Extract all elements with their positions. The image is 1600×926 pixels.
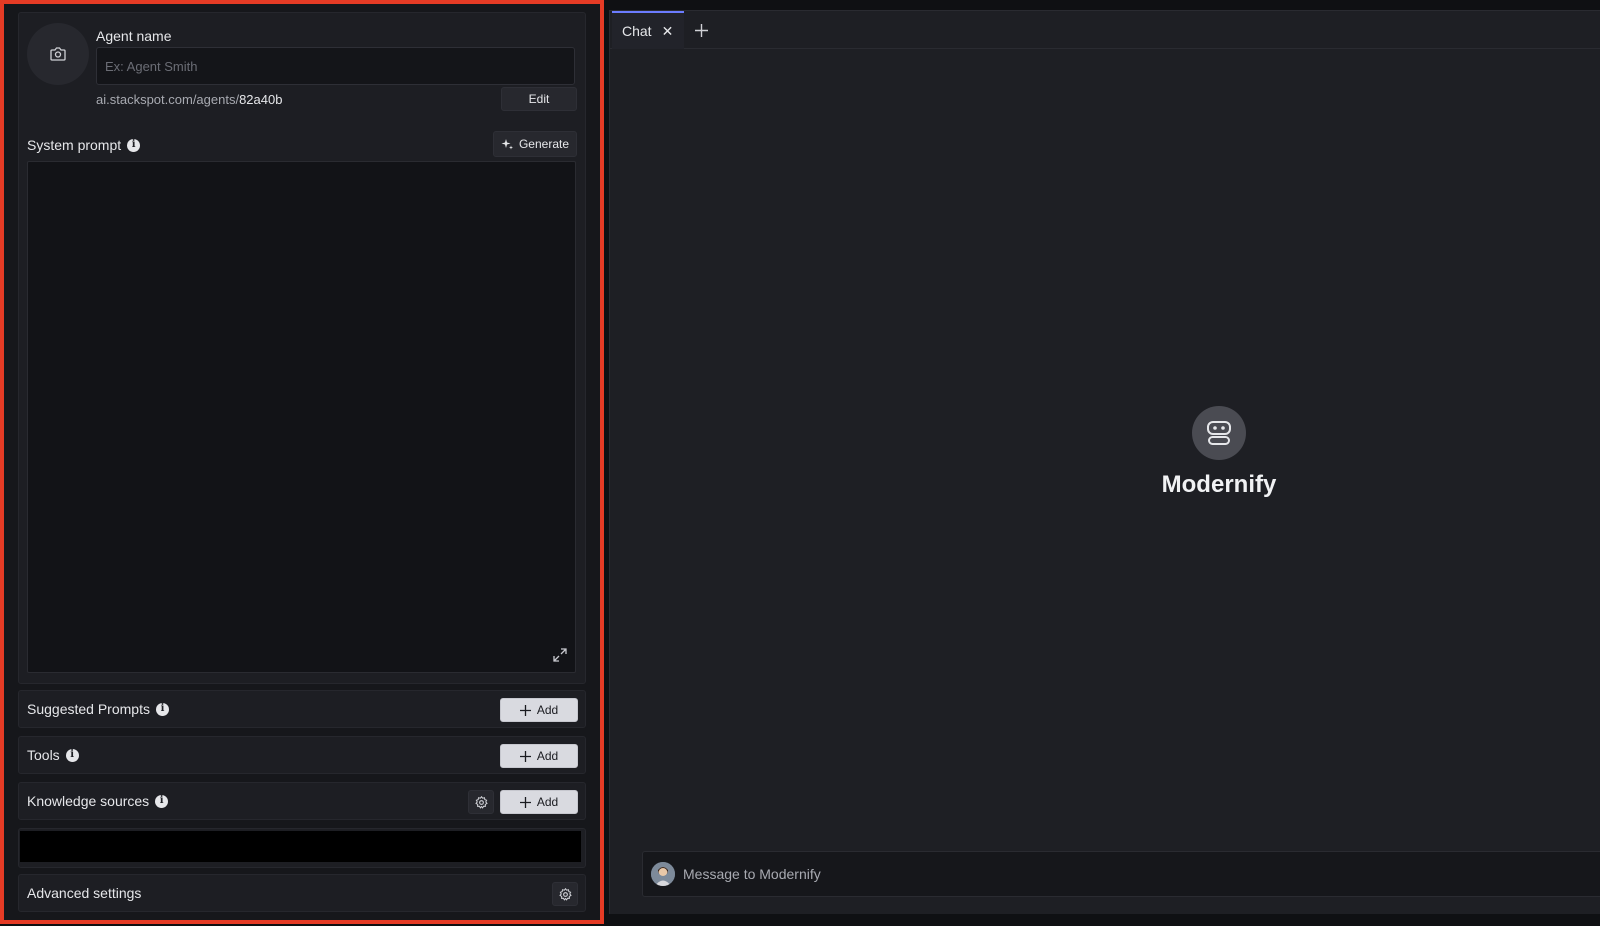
- tools-section: Tools i Add: [18, 736, 586, 774]
- plus-icon: [519, 750, 531, 762]
- add-tool-button[interactable]: Add: [500, 744, 578, 768]
- add-suggested-prompt-button[interactable]: Add: [500, 698, 578, 722]
- camera-icon: [50, 47, 66, 61]
- advanced-settings-label: Advanced settings: [27, 885, 142, 901]
- add-button-label: Add: [536, 749, 559, 763]
- avatar: [651, 862, 675, 886]
- add-button-label: Add: [536, 703, 559, 717]
- redacted-fill: [20, 831, 581, 862]
- sparkle-icon: [501, 139, 513, 150]
- chat-panel: Chat ✕ Modernify: [609, 10, 1600, 914]
- agent-url: ai.stackspot.com/agents/82a40b: [96, 92, 282, 107]
- gear-icon: [558, 887, 572, 901]
- suggested-prompts-label: Suggested Prompts: [27, 701, 150, 717]
- knowledge-sources-header: Knowledge sources i: [27, 793, 169, 809]
- new-tab-button[interactable]: [690, 19, 712, 41]
- agent-identity-card: Agent name ai.stackspot.com/agents/82a40…: [18, 12, 586, 684]
- tools-label: Tools: [27, 747, 60, 763]
- info-icon[interactable]: i: [155, 702, 169, 716]
- message-composer: [642, 851, 1600, 897]
- info-icon[interactable]: i: [65, 748, 79, 762]
- suggested-prompts-section: Suggested Prompts i Add: [18, 690, 586, 728]
- agent-name-input[interactable]: [96, 47, 575, 85]
- plus-icon: [694, 23, 708, 37]
- add-button-label: Add: [536, 795, 559, 809]
- agent-name-label: Agent name: [96, 28, 172, 44]
- tools-header: Tools i: [27, 747, 79, 763]
- robot-icon: [1207, 421, 1231, 445]
- redacted-bar: [18, 828, 586, 868]
- knowledge-settings-button[interactable]: [468, 790, 494, 814]
- advanced-settings-button[interactable]: [552, 882, 578, 906]
- info-icon[interactable]: i: [155, 794, 169, 808]
- info-icon[interactable]: i: [127, 138, 141, 152]
- edit-url-button[interactable]: Edit: [501, 87, 577, 111]
- generate-button[interactable]: Generate: [493, 131, 577, 157]
- close-icon[interactable]: ✕: [662, 23, 674, 40]
- message-input[interactable]: [683, 866, 1563, 882]
- add-knowledge-source-button[interactable]: Add: [500, 790, 578, 814]
- bot-avatar: [1192, 406, 1246, 460]
- system-prompt-header: System prompt i: [27, 137, 141, 153]
- knowledge-sources-section: Knowledge sources i Add: [18, 782, 586, 820]
- tab-chat[interactable]: Chat ✕: [612, 11, 684, 49]
- system-prompt-textarea[interactable]: [27, 161, 576, 673]
- bot-name: Modernify: [1161, 471, 1277, 498]
- gear-icon: [474, 795, 488, 809]
- agent-avatar-upload[interactable]: [27, 23, 89, 85]
- expand-icon[interactable]: [551, 646, 569, 664]
- knowledge-sources-label: Knowledge sources: [27, 793, 150, 809]
- agent-config-inner: Agent name ai.stackspot.com/agents/82a40…: [12, 12, 592, 916]
- advanced-settings-section: Advanced settings: [18, 874, 586, 912]
- agent-url-prefix: ai.stackspot.com/agents/: [96, 92, 240, 107]
- plus-icon: [519, 704, 531, 716]
- plus-icon: [519, 796, 531, 808]
- generate-button-label: Generate: [518, 137, 570, 151]
- suggested-prompts-header: Suggested Prompts i: [27, 701, 169, 717]
- tab-chat-label: Chat: [622, 23, 652, 39]
- agent-url-slug: 82a40b: [239, 92, 283, 107]
- edit-button-label: Edit: [528, 92, 550, 106]
- user-avatar-icon: [651, 862, 675, 886]
- system-prompt-label: System prompt: [27, 137, 122, 153]
- agent-config-panel: Agent name ai.stackspot.com/agents/82a40…: [0, 0, 604, 924]
- advanced-settings-header: Advanced settings: [27, 885, 141, 901]
- chat-tabbar: Chat ✕: [610, 11, 1600, 49]
